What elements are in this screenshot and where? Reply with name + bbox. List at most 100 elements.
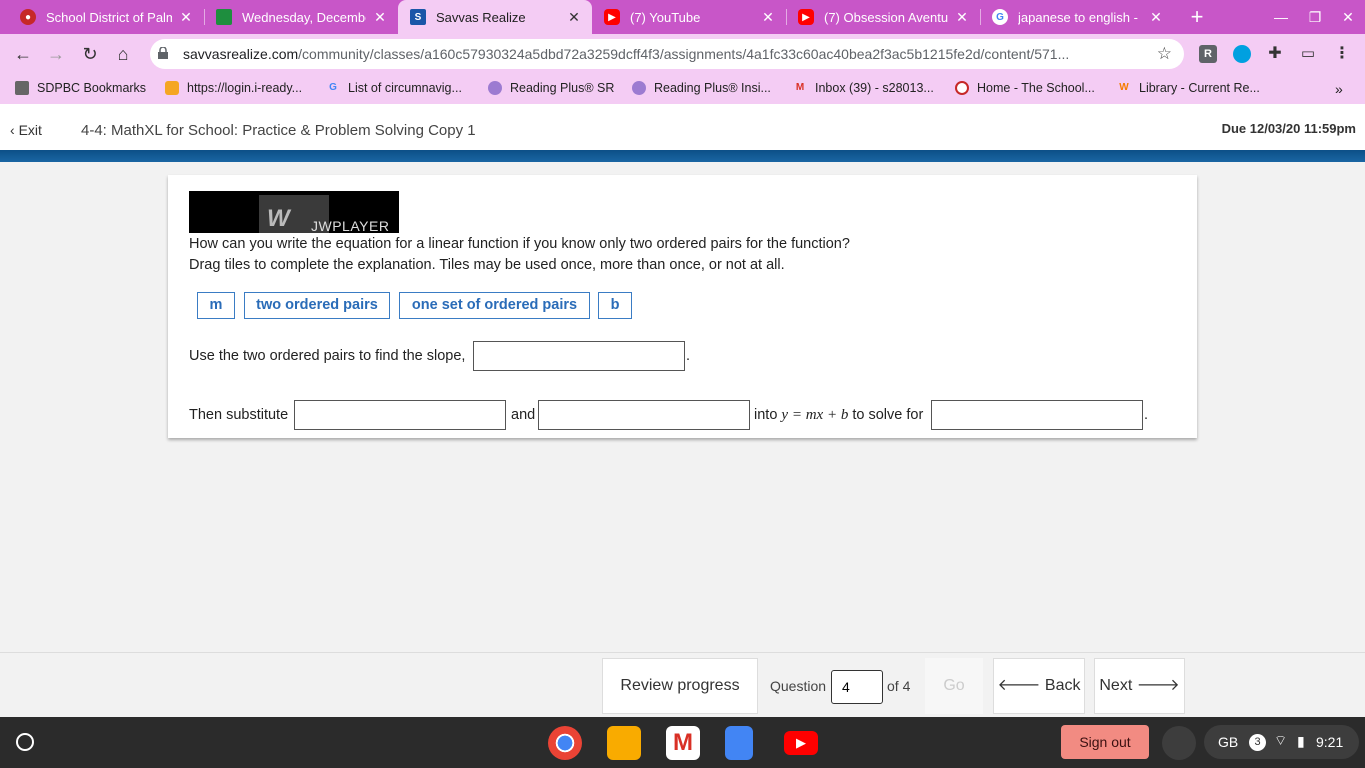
bookmark-label: Library - Current Re... — [1139, 81, 1260, 95]
drop-target-slope[interactable] — [473, 341, 685, 371]
launcher-icon[interactable] — [16, 733, 34, 751]
home-icon[interactable]: ⌂ — [109, 40, 137, 68]
window-close-icon[interactable]: ✕ — [1331, 0, 1365, 34]
assignment-title: 4-4: MathXL for School: Practice & Probl… — [81, 122, 476, 139]
review-progress-button[interactable]: Review progress — [602, 658, 758, 714]
back-button[interactable]: 🡐 Back — [993, 658, 1085, 714]
close-icon[interactable]: ✕ — [566, 9, 582, 26]
bookmark-reading-plus-insight[interactable]: Reading Plus® Insi... — [632, 81, 771, 95]
question-number-input[interactable]: 4 — [831, 670, 883, 704]
savvas-icon: S — [410, 9, 426, 25]
tab-title: Wednesday, December — [242, 9, 366, 25]
question-card: W JWPLAYER How can you write the equatio… — [168, 175, 1197, 438]
browser-tab-translate[interactable]: G japanese to english - G ✕ — [980, 0, 1174, 34]
browser-tab-youtube[interactable]: ▶ (7) YouTube ✕ — [592, 0, 786, 34]
system-tray[interactable]: GB 3 ⌔ ▮ 9:21 — [1204, 725, 1359, 759]
arrow-left-icon: 🡐 — [997, 677, 1045, 694]
chrome-icon[interactable] — [548, 726, 582, 760]
browser-tab-classroom[interactable]: Wednesday, December ✕ — [204, 0, 398, 34]
go-button[interactable]: Go — [925, 658, 983, 714]
url-text: savvasrealize.com/community/classes/a160… — [183, 46, 1069, 62]
due-date: Due 12/03/20 11:59pm — [1221, 121, 1356, 136]
extensions-puzzle-icon[interactable]: ✚ — [1266, 45, 1284, 63]
video-player[interactable]: W JWPLAYER — [189, 191, 399, 233]
screen-capture-icon[interactable] — [1162, 726, 1196, 760]
next-label: Next — [1099, 677, 1133, 694]
sentence-into: into — [754, 407, 778, 423]
tab-title: japanese to english - G — [1018, 9, 1142, 25]
bookmark-star-icon[interactable]: ☆ — [1157, 44, 1172, 64]
tile-two-ordered-pairs[interactable]: two ordered pairs — [244, 292, 390, 319]
drop-target-second[interactable] — [538, 400, 750, 430]
bookmark-iready[interactable]: https://login.i-ready... — [165, 81, 302, 95]
jwplayer-mark: W — [267, 205, 290, 232]
bookmark-gmail-inbox[interactable]: M Inbox (39) - s28013... — [793, 81, 934, 95]
clock: 9:21 — [1316, 734, 1344, 750]
tab-title: Savvas Realize — [436, 9, 526, 25]
question-text: How can you write the equation for a lin… — [189, 234, 850, 276]
notification-badge: 3 — [1249, 734, 1266, 751]
close-icon[interactable]: ✕ — [372, 9, 388, 26]
gmail-app-icon[interactable]: M — [666, 726, 700, 760]
close-icon[interactable]: ✕ — [1148, 9, 1164, 26]
close-icon[interactable]: ✕ — [760, 9, 776, 26]
restore-icon[interactable]: ❐ — [1298, 0, 1332, 34]
bookmark-circumnavig[interactable]: G List of circumnavig... — [326, 81, 462, 95]
lock-icon — [158, 47, 168, 59]
bookmark-label: SDPBC Bookmarks — [37, 81, 147, 95]
arrow-right-icon: 🡒 — [1132, 677, 1180, 694]
youtube-icon: ▶ — [798, 9, 814, 25]
back-arrow-icon[interactable]: ← — [9, 40, 37, 68]
docs-app-icon[interactable] — [725, 726, 753, 760]
bookmark-label: https://login.i-ready... — [187, 81, 303, 95]
cast-icon[interactable]: ▭ — [1299, 45, 1317, 63]
bookmarks-bar: SDPBC Bookmarks https://login.i-ready...… — [0, 74, 1365, 104]
exit-button[interactable]: ‹ Exit — [10, 122, 42, 138]
next-button[interactable]: Next 🡒 — [1094, 658, 1185, 714]
question-instructions: Drag tiles to complete the explanation. … — [189, 257, 785, 273]
bookmark-reading-plus-sr[interactable]: Reading Plus® SR — [488, 81, 614, 95]
wifi-icon: ⌔ — [1274, 732, 1288, 748]
url-path: /community/classes/a160c57930324a5dbd72a… — [298, 46, 1070, 62]
browser-tab-savvas[interactable]: S Savvas Realize ✕ — [398, 0, 592, 34]
new-tab-button[interactable]: + — [1184, 4, 1210, 30]
bookmark-library[interactable]: W Library - Current Re... — [1117, 81, 1260, 95]
assignment-header: ‹ Exit 4-4: MathXL for School: Practice … — [0, 104, 1365, 150]
folder-icon — [15, 81, 29, 95]
classroom-app-icon[interactable] — [607, 726, 641, 760]
bookmarks-overflow-button[interactable]: » — [1335, 81, 1343, 97]
bookmark-sdpbc[interactable]: SDPBC Bookmarks — [15, 81, 146, 95]
sign-out-button[interactable]: Sign out — [1061, 725, 1149, 759]
bookmark-label: Inbox (39) - s28013... — [815, 81, 934, 95]
extension-globe-icon[interactable] — [1233, 45, 1251, 63]
drop-target-first[interactable] — [294, 400, 506, 430]
minimize-icon[interactable]: — — [1264, 0, 1298, 34]
tile-b[interactable]: b — [598, 292, 632, 319]
close-icon[interactable]: ✕ — [954, 9, 970, 26]
sentence-text: into y = mx + b to solve for — [754, 407, 923, 424]
forward-arrow-icon[interactable]: → — [42, 40, 70, 68]
bookmark-label: Reading Plus® Insi... — [654, 81, 771, 95]
header-accent-bar — [0, 150, 1365, 162]
os-shelf: M ▶ Sign out GB 3 ⌔ ▮ 9:21 — [0, 717, 1365, 768]
browser-tab-school-district[interactable]: ● School District of Palm ✕ — [8, 0, 204, 34]
reload-icon[interactable]: ↻ — [76, 40, 104, 68]
close-icon[interactable]: ✕ — [178, 9, 194, 26]
url-host: savvasrealize.com — [183, 46, 299, 62]
browser-tab-obsession[interactable]: ▶ (7) Obsession Aventur ✕ — [786, 0, 980, 34]
battery-icon: ▮ — [1297, 733, 1305, 749]
address-bar[interactable]: savvasrealize.com/community/classes/a160… — [150, 39, 1184, 69]
tile-one-set-of-ordered-pairs[interactable]: one set of ordered pairs — [399, 292, 590, 319]
tile-m[interactable]: m — [197, 292, 235, 319]
bookmark-school-home[interactable]: Home - The School... — [955, 81, 1095, 95]
question-navigation: Review progress Question 4 of 4 Go 🡐 Bac… — [0, 652, 1365, 717]
drop-target-solve-for[interactable] — [931, 400, 1143, 430]
youtube-app-icon[interactable]: ▶ — [784, 731, 818, 755]
reading-plus-icon — [488, 81, 502, 95]
extension-r-icon[interactable]: R — [1199, 45, 1217, 63]
school-district-icon: ● — [20, 9, 36, 25]
menu-kebab-icon[interactable]: ⋮ — [1333, 45, 1351, 63]
browser-tab-strip: ● School District of Palm ✕ Wednesday, D… — [0, 0, 1365, 34]
google-icon: G — [992, 9, 1008, 25]
gmail-icon: M — [795, 82, 805, 93]
